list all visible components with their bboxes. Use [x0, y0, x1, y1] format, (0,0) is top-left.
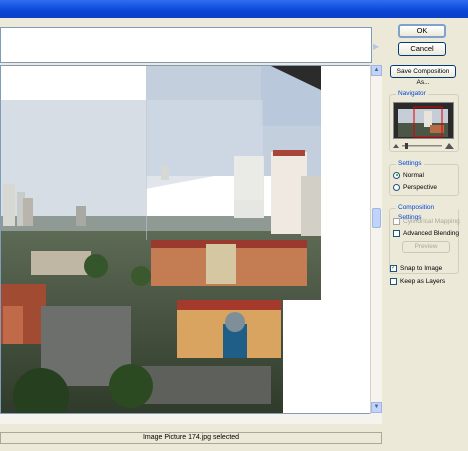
- lightbox-strip[interactable]: [0, 27, 372, 63]
- keep-as-layers-checkbox[interactable]: [390, 277, 397, 285]
- chevron-up-icon[interactable]: ▲: [371, 65, 382, 76]
- snap-to-image-row[interactable]: ✓ Snap to Image: [390, 264, 442, 273]
- right-panel: OK Cancel Save Composition As... Navigat…: [384, 18, 468, 451]
- zoom-slider[interactable]: [393, 142, 454, 150]
- snap-to-image-label: Snap to Image: [400, 265, 443, 272]
- preview-button: Preview: [402, 241, 450, 253]
- status-text: Image Picture 174.jpg selected: [142, 434, 240, 441]
- settings-title: Settings: [396, 159, 424, 169]
- mountain-small-icon: [393, 144, 399, 148]
- advanced-blending-checkbox[interactable]: [393, 229, 400, 237]
- panorama-image: [1, 66, 371, 413]
- cylindrical-mapping-row: Cylindrical Mapping: [393, 217, 460, 226]
- vertical-scrollbar[interactable]: ▲ ▼: [370, 65, 382, 415]
- settings-group: Settings Normal Perspective: [389, 159, 459, 196]
- navigator-thumbnail[interactable]: [393, 102, 454, 139]
- zoom-slider-graphic: [393, 143, 454, 149]
- horizontal-scroll-track: [0, 414, 382, 424]
- perspective-radio[interactable]: [393, 183, 400, 191]
- chevron-down-icon[interactable]: ▼: [371, 402, 382, 413]
- normal-label: Normal: [403, 172, 424, 179]
- cancel-button[interactable]: Cancel: [398, 42, 446, 56]
- normal-radio[interactable]: [393, 171, 400, 179]
- perspective-radio-row[interactable]: Perspective: [393, 183, 437, 192]
- keep-as-layers-row[interactable]: Keep as Layers: [390, 277, 445, 286]
- status-bar: Image Picture 174.jpg selected: [0, 432, 382, 444]
- cylindrical-mapping-label: Cylindrical Mapping: [403, 218, 460, 225]
- window-title-bar: [0, 0, 468, 18]
- keep-as-layers-label: Keep as Layers: [400, 278, 446, 285]
- scrollbar-thumb[interactable]: [372, 208, 381, 228]
- navigator-group: Navigator: [389, 89, 459, 152]
- navigator-title: Navigator: [396, 89, 428, 99]
- panorama-canvas[interactable]: [0, 65, 372, 414]
- mountain-large-icon: [445, 143, 454, 149]
- advanced-blending-row[interactable]: Advanced Blending: [393, 229, 459, 238]
- snap-to-image-checkbox[interactable]: ✓: [390, 264, 397, 272]
- chevron-right-icon[interactable]: ▶: [373, 42, 379, 51]
- perspective-label: Perspective: [403, 184, 437, 191]
- normal-radio-row[interactable]: Normal: [393, 171, 424, 180]
- ok-button[interactable]: OK: [398, 24, 446, 38]
- advanced-blending-label: Advanced Blending: [403, 230, 460, 237]
- cylindrical-mapping-checkbox: [393, 217, 400, 225]
- save-composition-button[interactable]: Save Composition As...: [390, 65, 456, 86]
- navigator-preview-image: [394, 103, 453, 138]
